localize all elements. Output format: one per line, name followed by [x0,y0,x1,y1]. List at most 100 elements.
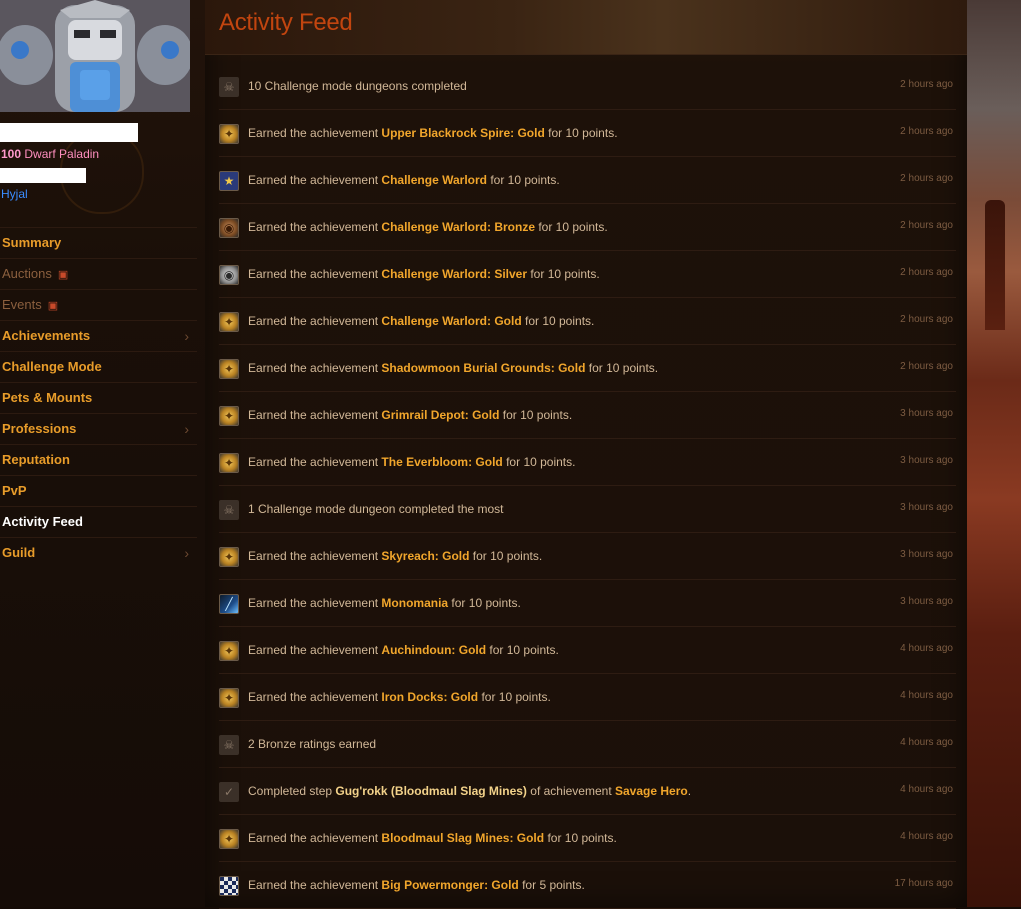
feed-text: 10 Challenge mode dungeons completed [248,79,467,93]
feed-timestamp: 3 hours ago [900,596,953,607]
skull-achievement-icon[interactable]: ☠ [219,77,239,97]
feed-text: Earned the achievement Shadowmoon Burial… [248,361,658,375]
feed-text-part: for 10 points. [448,596,521,610]
achievement-link[interactable]: Monomania [381,596,448,610]
sidebar-item-events[interactable]: Events ▣ [0,289,197,320]
character-level-line: 100 Dwarf Paladin [1,147,99,161]
feed-text: Earned the achievement Challenge Warlord… [248,314,594,328]
achievement-link[interactable]: Challenge Warlord: Silver [381,267,527,281]
gold-achievement-icon[interactable]: ✦ [219,829,239,849]
gold-achievement-icon[interactable]: ✦ [219,406,239,426]
sidebar-item-label: Events [2,297,42,312]
feed-text: Earned the achievement The Everbloom: Go… [248,455,575,469]
feed-row: ✦ Earned the achievement Shadowmoon Buria… [219,345,956,392]
feed-timestamp: 3 hours ago [900,549,953,560]
sidebar-item-auctions[interactable]: Auctions ▣ [0,258,197,289]
achievement-link[interactable]: Savage Hero [615,784,688,798]
character-race-class[interactable]: Dwarf Paladin [24,147,99,161]
sidebar-item-label: Auctions [2,266,52,281]
checker-achievement-icon[interactable] [219,876,239,896]
achievement-link[interactable]: Auchindoun: Gold [381,643,486,657]
sidebar-item-pets-mounts[interactable]: Pets & Mounts [0,382,197,413]
feed-text-part: Earned the achievement [248,878,382,892]
feed-text: Completed step Gug'rokk (Bloodmaul Slag … [248,784,691,798]
feed-row: ✦ Earned the achievement Skyreach: Gold f… [219,533,956,580]
feed-row: ✦ Earned the achievement Upper Blackrock … [219,110,956,157]
activity-feed-list: ☠ 10 Challenge mode dungeons completed 2 h… [219,63,956,909]
gold-achievement-icon[interactable]: ✦ [219,453,239,473]
feed-text: Earned the achievement Grimrail Depot: G… [248,408,572,422]
feed-text-part: 10 Challenge mode dungeons completed [248,79,467,93]
feed-row: ☠ 2 Bronze ratings earned 4 hours ago [219,721,956,768]
sidebar-item-pvp[interactable]: PvP [0,475,197,506]
achievement-link[interactable]: Challenge Warlord: Gold [381,314,521,328]
achievement-link[interactable]: Upper Blackrock Spire: Gold [381,126,544,140]
feed-row: ╱ Earned the achievement Monomania for 10… [219,580,956,627]
feed-timestamp: 2 hours ago [900,173,953,184]
sidebar-item-label: Guild [2,545,36,560]
feed-text-part: Earned the achievement [248,643,382,657]
skull-achievement-icon[interactable]: ☠ [219,500,239,520]
character-name-redacted [0,123,138,142]
sidebar-item-achievements[interactable]: Achievements › [0,320,197,351]
feed-row: ✦ Earned the achievement The Everbloom: G… [219,439,956,486]
sidebar-item-summary[interactable]: Summary [0,227,197,258]
feed-timestamp: 3 hours ago [900,455,953,466]
feed-text: Earned the achievement Big Powermonger: … [248,878,585,892]
feed-text-part: for 10 points. [478,690,551,704]
silver-achievement-icon[interactable]: ◉ [219,265,239,285]
feed-text-part: for 10 points. [585,361,659,375]
feed-timestamp: 2 hours ago [900,79,953,90]
character-realm[interactable]: Hyjal [1,187,28,201]
gold-achievement-icon[interactable]: ✦ [219,688,239,708]
feed-timestamp: 17 hours ago [894,878,953,889]
feed-text: Earned the achievement Bloodmaul Slag Mi… [248,831,617,845]
feed-row: ✦ Earned the achievement Iron Docks: Gold… [219,674,956,721]
feed-text-part: Earned the achievement [248,173,382,187]
blade-achievement-icon[interactable]: ╱ [219,594,239,614]
achievement-link[interactable]: The Everbloom: Gold [381,455,502,469]
character-avatar[interactable] [0,0,190,112]
feed-text-part: for 10 points. [544,126,618,140]
achievement-link[interactable]: Iron Docks: Gold [381,690,478,704]
sidebar-item-activity-feed[interactable]: Activity Feed [0,506,197,537]
skull-achievement-icon[interactable]: ☠ [219,735,239,755]
feed-row: ◉ Earned the achievement Challenge Warlor… [219,204,956,251]
feed-text-part: for 10 points. [486,643,559,657]
feed-row: ✓ Completed step Gug'rokk (Bloodmaul Slag… [219,768,956,815]
achievement-link[interactable]: Challenge Warlord: Bronze [381,220,535,234]
sidebar-item-challenge-mode[interactable]: Challenge Mode [0,351,197,382]
feed-text-part: for 10 points. [502,455,576,469]
sidebar-item-reputation[interactable]: Reputation [0,444,197,475]
feed-text-part: for 10 points. [527,267,600,281]
feed-text-part: Earned the achievement [248,361,382,375]
check-achievement-icon[interactable]: ✓ [219,782,239,802]
achievement-link[interactable]: Big Powermonger: Gold [381,878,518,892]
gold-achievement-icon[interactable]: ✦ [219,312,239,332]
page-title: Activity Feed [219,9,353,36]
criteria-link[interactable]: Gug'rokk (Bloodmaul Slag Mines) [335,784,527,798]
gold-achievement-icon[interactable]: ✦ [219,547,239,567]
feed-text: Earned the achievement Challenge Warlord… [248,267,600,281]
achievement-link[interactable]: Challenge Warlord [381,173,487,187]
gold-achievement-icon[interactable]: ✦ [219,641,239,661]
sidebar-item-label: Reputation [2,452,70,467]
star-achievement-icon[interactable]: ★ [219,171,239,191]
achievement-link[interactable]: Shadowmoon Burial Grounds: Gold [381,361,585,375]
feed-text-part: Earned the achievement [248,220,382,234]
feed-text-part: Earned the achievement [248,408,382,422]
feed-text-part: Earned the achievement [248,549,382,563]
gold-achievement-icon[interactable]: ✦ [219,359,239,379]
feed-row: ☠ 10 Challenge mode dungeons completed 2 h… [219,63,956,110]
sidebar-item-professions[interactable]: Professions › [0,413,197,444]
gold-achievement-icon[interactable]: ✦ [219,124,239,144]
feed-timestamp: 3 hours ago [900,408,953,419]
achievement-link[interactable]: Skyreach: Gold [381,549,469,563]
achievement-link[interactable]: Bloodmaul Slag Mines: Gold [381,831,544,845]
bronze-achievement-icon[interactable]: ◉ [219,218,239,238]
feed-timestamp: 4 hours ago [900,831,953,842]
sidebar-item-guild[interactable]: Guild › [0,537,197,568]
achievement-link[interactable]: Grimrail Depot: Gold [381,408,499,422]
feed-timestamp: 4 hours ago [900,643,953,654]
sidebar-item-label: Pets & Mounts [2,390,93,405]
